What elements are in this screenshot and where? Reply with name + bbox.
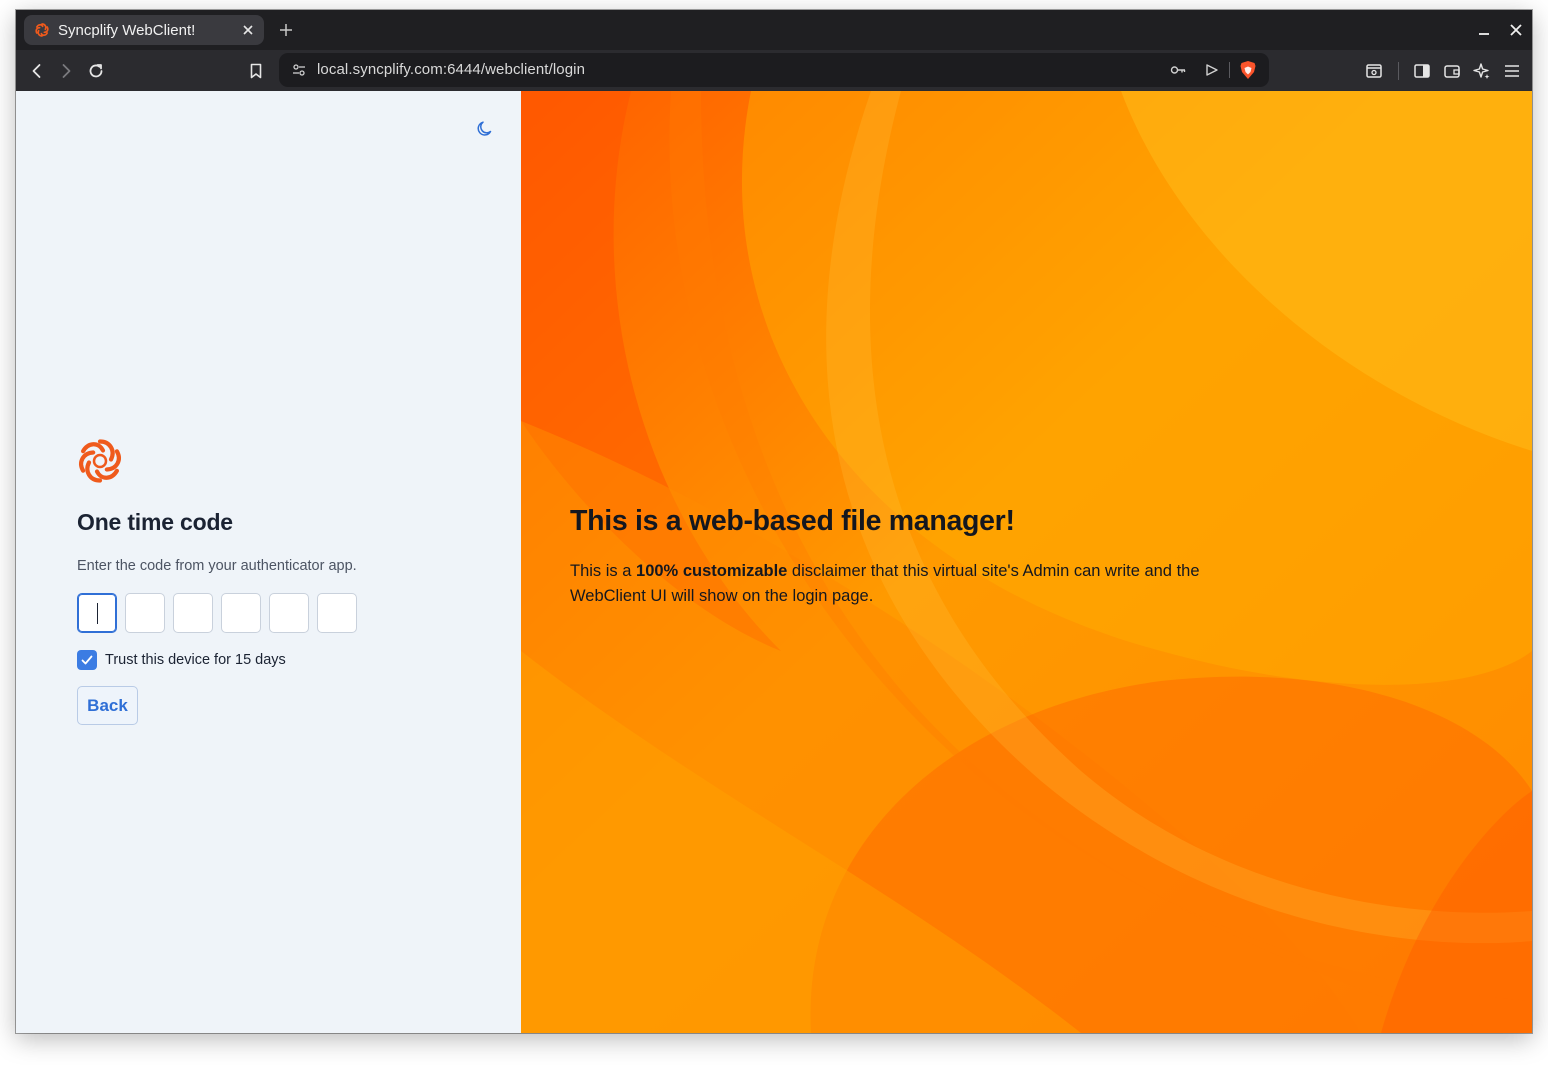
disclaimer-text-start: This is a [570, 562, 637, 580]
back-nav-button[interactable] [23, 57, 51, 85]
brave-shields-icon[interactable] [1236, 58, 1260, 82]
login-title: One time code [77, 509, 233, 535]
send-icon[interactable] [1200, 58, 1224, 82]
disclaimer-text: This is a 100% customizable disclaimer t… [570, 559, 1220, 609]
reload-icon [89, 64, 103, 78]
minimize-button[interactable] [1472, 18, 1496, 42]
tab-close-icon[interactable] [236, 18, 260, 42]
hamburger-menu-icon [1505, 65, 1519, 77]
plus-icon [280, 24, 292, 36]
tab-title: Syncplify WebClient! [58, 21, 196, 39]
otp-digit-3[interactable] [173, 593, 213, 633]
arrow-right-icon [62, 64, 71, 78]
new-tab-button[interactable] [274, 18, 298, 42]
arrow-left-icon [32, 64, 41, 78]
wallet-icon [1444, 65, 1460, 78]
disclaimer-title: This is a web-based file manager! [570, 505, 1015, 537]
reload-button[interactable] [82, 57, 110, 85]
browser-tab[interactable]: Syncplify WebClient! [24, 15, 264, 45]
trust-device-checkbox[interactable] [77, 650, 97, 670]
leo-ai-button[interactable] [1468, 57, 1496, 85]
otp-digit-2[interactable] [125, 593, 165, 633]
otp-input-group [77, 593, 357, 633]
login-subtitle: Enter the code from your authenticator a… [77, 558, 357, 574]
otp-digit-5[interactable] [269, 593, 309, 633]
back-button[interactable]: Back [77, 686, 138, 725]
syncplify-favicon-icon [34, 22, 50, 38]
site-settings-icon[interactable] [287, 58, 311, 82]
otp-digit-4[interactable] [221, 593, 261, 633]
checkmark-icon [81, 655, 93, 665]
login-panel: One time code Enter the code from your a… [16, 91, 521, 1033]
text-cursor [97, 603, 98, 624]
screenshot-icon [1366, 64, 1382, 78]
sidebar-toggle-button[interactable] [1408, 57, 1436, 85]
browser-window: Syncplify WebClient! local.syncplify.com… [16, 10, 1532, 1033]
close-icon [1510, 24, 1522, 36]
page-content: One time code Enter the code from your a… [16, 91, 1532, 1033]
main-menu-button[interactable] [1498, 57, 1526, 85]
minimize-icon [1479, 33, 1489, 35]
url-text: local.syncplify.com:6444/webclient/login [317, 61, 586, 78]
otp-digit-6[interactable] [317, 593, 357, 633]
address-bar[interactable]: local.syncplify.com:6444/webclient/login [279, 53, 1269, 87]
bookmark-button[interactable] [242, 57, 270, 85]
forward-nav-button[interactable] [52, 57, 80, 85]
disclaimer-panel: This is a web-based file manager! This i… [521, 91, 1532, 1033]
toolbar-divider [1398, 62, 1399, 80]
otp-digit-1[interactable] [77, 593, 117, 633]
close-window-button[interactable] [1504, 18, 1528, 42]
disclaimer-text-bold: 100% customizable [636, 562, 788, 580]
browser-toolbar: local.syncplify.com:6444/webclient/login [16, 50, 1532, 91]
syncplify-logo-icon [76, 437, 124, 485]
trust-device-label: Trust this device for 15 days [105, 652, 286, 668]
screenshot-button[interactable] [1360, 57, 1388, 85]
bookmark-icon [250, 63, 262, 79]
moon-icon [477, 121, 492, 136]
sidebar-icon [1414, 64, 1430, 78]
sparkle-icon [1473, 63, 1490, 79]
trust-device-option[interactable]: Trust this device for 15 days [77, 650, 286, 670]
theme-toggle-button[interactable] [472, 116, 498, 142]
tab-strip: Syncplify WebClient! [16, 10, 1532, 50]
wallet-button[interactable] [1438, 57, 1466, 85]
omnibox-divider [1229, 62, 1230, 78]
key-icon[interactable] [1166, 58, 1190, 82]
